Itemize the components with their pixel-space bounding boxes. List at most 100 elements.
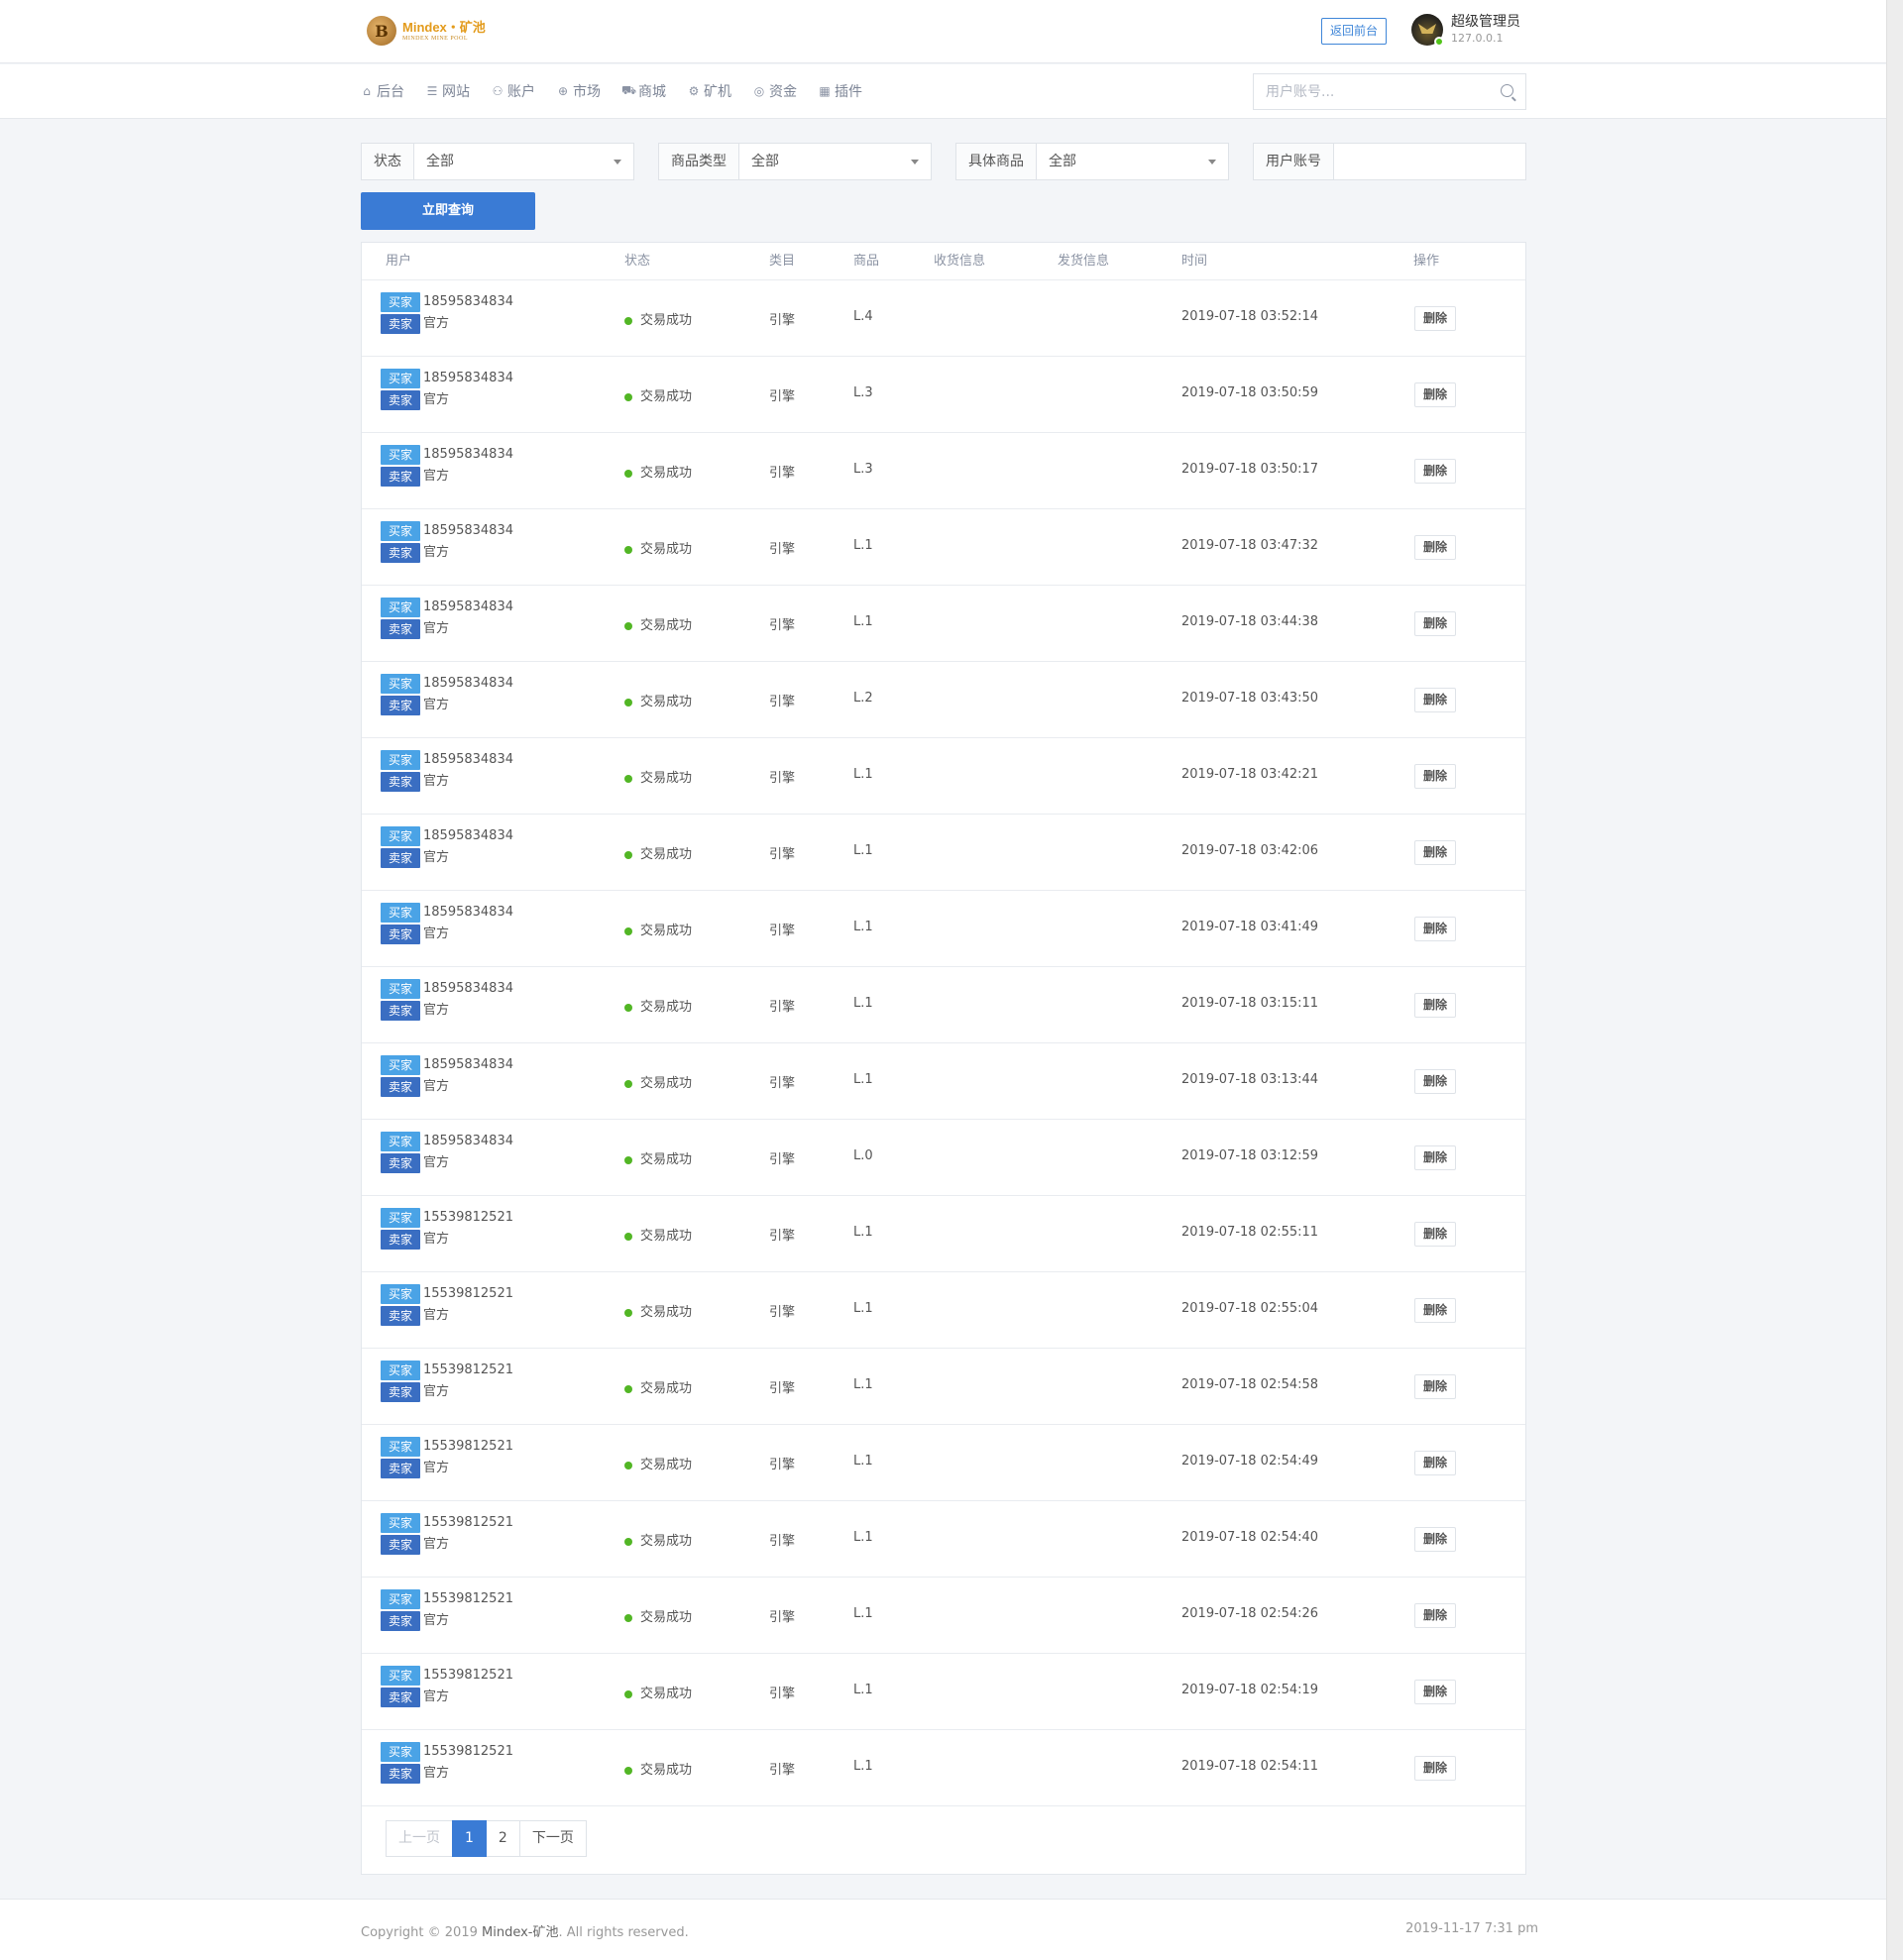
logo[interactable]: B Mindex・矿池 MINDEX MINE POOL	[367, 16, 486, 46]
nav-item-label: 商城	[638, 84, 666, 100]
status-dot	[624, 316, 632, 325]
delete-button[interactable]: 删除	[1414, 917, 1456, 941]
category-select[interactable]: 全部	[739, 144, 931, 179]
buyer-account: 15539812521	[423, 1210, 513, 1225]
delete-button[interactable]: 删除	[1414, 840, 1456, 865]
buyer-tag: 买家	[381, 903, 420, 923]
seller-tag: 卖家	[381, 1764, 420, 1784]
search-icon[interactable]	[1501, 84, 1513, 97]
delete-button[interactable]: 删除	[1414, 1527, 1456, 1552]
buyer-line: 买家 18595834834	[381, 673, 513, 695]
col-status: 状态	[624, 254, 651, 269]
user-search	[1253, 73, 1526, 110]
delete-button[interactable]: 删除	[1414, 535, 1456, 560]
buyer-line: 买家 18595834834	[381, 291, 513, 313]
delete-button[interactable]: 删除	[1414, 1451, 1456, 1475]
status-cell: 交易成功	[624, 920, 692, 938]
delete-button[interactable]: 删除	[1414, 1069, 1456, 1094]
back-to-frontend-button[interactable]: 返回前台	[1321, 18, 1388, 45]
time-cell: 2019-07-18 02:54:26	[1181, 1606, 1319, 1621]
action-cell: 删除	[1414, 459, 1456, 484]
seller-tag: 卖家	[381, 772, 420, 792]
page-scrollbar[interactable]	[1886, 0, 1903, 1960]
status-dot	[624, 621, 632, 630]
delete-button[interactable]: 删除	[1414, 306, 1456, 331]
status-cell: 交易成功	[624, 1377, 692, 1396]
prev-page-button[interactable]: 上一页	[386, 1820, 453, 1857]
user-cell: 买家 18595834834 卖家 官方	[381, 368, 513, 411]
nav-item-0[interactable]: ⌂ 后台	[360, 81, 404, 101]
category-cell: 引擎	[769, 313, 796, 328]
page-2-button[interactable]: 2	[485, 1820, 520, 1857]
nav-item-6[interactable]: ◎ 资金	[752, 81, 797, 101]
nav-item-2[interactable]: ⚇ 账户	[491, 81, 535, 101]
nav-item-1[interactable]: ☰ 网站	[425, 81, 470, 101]
seller-tag: 卖家	[381, 543, 420, 563]
avatar[interactable]	[1411, 14, 1444, 47]
chevron-down-icon	[911, 160, 919, 164]
buyer-line: 买家 15539812521	[381, 1436, 513, 1458]
status-text: 交易成功	[640, 1152, 693, 1167]
buyer-tag: 买家	[381, 1361, 420, 1380]
status-cell: 交易成功	[624, 691, 692, 709]
action-cell: 删除	[1414, 1451, 1456, 1475]
user-meta: 超级管理员 127.0.0.1	[1451, 14, 1520, 45]
delete-button[interactable]: 删除	[1414, 764, 1456, 789]
status-text: 交易成功	[640, 313, 693, 328]
delete-button[interactable]: 删除	[1414, 611, 1456, 636]
seller-line: 卖家 官方	[381, 1076, 513, 1098]
delete-button[interactable]: 删除	[1414, 1374, 1456, 1399]
seller-tag: 卖家	[381, 619, 420, 639]
logo-subtitle: MINDEX MINE POOL	[402, 35, 468, 42]
delete-button[interactable]: 删除	[1414, 459, 1456, 484]
buyer-tag: 买家	[381, 750, 420, 770]
user-cell: 买家 15539812521 卖家 官方	[381, 1207, 513, 1251]
filter-bar: 状态 全部 商品类型 全部 具体商品 全部 用户账号	[361, 143, 1526, 180]
delete-button[interactable]: 删除	[1414, 1680, 1456, 1704]
action-cell: 删除	[1414, 1756, 1456, 1781]
gear-icon: ⚙	[688, 84, 700, 98]
status-dot	[624, 926, 632, 935]
buyer-tag: 买家	[381, 1055, 420, 1075]
seller-line: 卖家 官方	[381, 1152, 513, 1174]
product-cell: L.1	[853, 1454, 873, 1469]
delete-button[interactable]: 删除	[1414, 382, 1456, 407]
page-1-button[interactable]: 1	[452, 1820, 487, 1857]
delete-button[interactable]: 删除	[1414, 1145, 1456, 1170]
search-input[interactable]	[1254, 74, 1482, 109]
user-profile[interactable]: 超级管理员 127.0.0.1	[1411, 14, 1520, 47]
delete-button[interactable]: 删除	[1414, 1603, 1456, 1628]
action-cell: 删除	[1414, 1069, 1456, 1094]
buyer-line: 买家 18595834834	[381, 520, 513, 542]
table-row: 买家 18595834834 卖家 官方 交易成功 引擎 L.1 2019-07-18 03:…	[362, 1043, 1525, 1120]
delete-button[interactable]: 删除	[1414, 688, 1456, 712]
buyer-line: 买家 18595834834	[381, 368, 513, 389]
nav-item-7[interactable]: ▦ 插件	[818, 81, 862, 101]
seller-tag: 卖家	[381, 1688, 420, 1707]
time-cell: 2019-07-18 03:43:50	[1181, 691, 1319, 706]
nav-item-5[interactable]: ⚙ 矿机	[687, 81, 731, 101]
delete-button[interactable]: 删除	[1414, 1298, 1456, 1323]
status-select[interactable]: 全部	[414, 144, 633, 179]
status-cell: 交易成功	[624, 1072, 692, 1091]
buyer-tag: 买家	[381, 1666, 420, 1686]
query-button[interactable]: 立即查询	[361, 192, 535, 230]
table-row: 买家 15539812521 卖家 官方 交易成功 引擎 L.1 2019-07-18 02:…	[362, 1654, 1525, 1730]
status-select-value: 全部	[426, 154, 454, 169]
action-cell: 删除	[1414, 1145, 1456, 1170]
action-cell: 删除	[1414, 306, 1456, 331]
nav-item-4[interactable]: ⛟ 商城	[621, 81, 666, 101]
seller-name: 官方	[423, 316, 450, 331]
nav-item-label: 矿机	[704, 84, 731, 100]
account-input[interactable]	[1334, 144, 1525, 179]
user-name: 超级管理员	[1451, 14, 1520, 31]
nav-item-3[interactable]: ⊕ 市场	[556, 81, 601, 101]
delete-button[interactable]: 删除	[1414, 993, 1456, 1018]
buyer-tag: 买家	[381, 445, 420, 465]
seller-name: 官方	[423, 621, 450, 636]
delete-button[interactable]: 删除	[1414, 1222, 1456, 1247]
next-page-button[interactable]: 下一页	[518, 1820, 587, 1857]
category-filter-label: 商品类型	[659, 144, 739, 179]
delete-button[interactable]: 删除	[1414, 1756, 1456, 1781]
product-select[interactable]: 全部	[1037, 144, 1228, 179]
